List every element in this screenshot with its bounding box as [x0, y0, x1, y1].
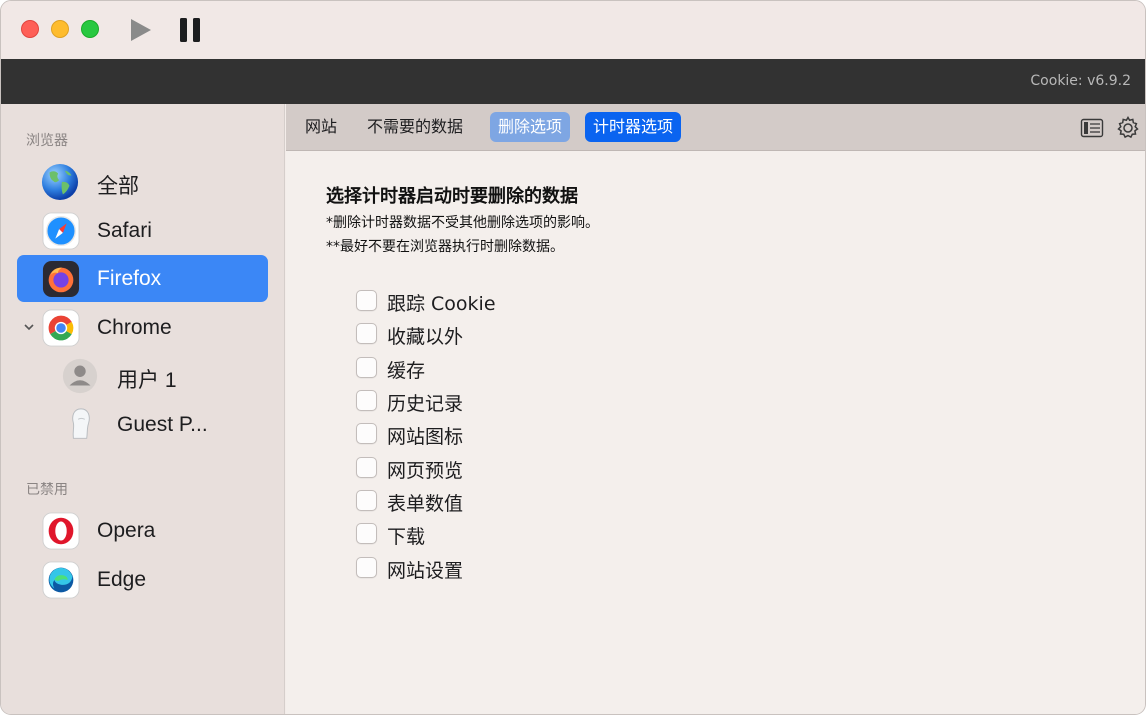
sidebar-item-all[interactable]: 全部 — [17, 158, 268, 205]
sidebar-item-label: Edge — [97, 568, 147, 591]
chevron-down-icon[interactable] — [23, 321, 35, 333]
option-label: 跟踪 Cookie — [387, 293, 496, 315]
sidebar-item-opera[interactable]: Opera — [17, 507, 268, 554]
version-label: Cookie: v6.9.2 — [1030, 73, 1131, 89]
zoom-window-button[interactable] — [81, 20, 99, 38]
checkbox[interactable] — [356, 523, 377, 544]
page-title: 选择计时器启动时要删除的数据 — [326, 186, 578, 207]
sidebar-item-label: 用户 1 — [117, 369, 177, 392]
option-label: 网站图标 — [387, 426, 464, 448]
option-label: 收藏以外 — [387, 326, 464, 348]
app-window: Cookie: v6.9.2 浏览器 全部 Safari Firefox Chr… — [0, 0, 1146, 715]
guest-profile-icon — [72, 408, 90, 439]
title-bar — [1, 1, 1145, 59]
option-label: 网页预览 — [387, 460, 464, 482]
opera-icon — [42, 512, 80, 550]
tab-bar: 网站 不需要的数据 删除选项 计时器选项 — [286, 104, 1145, 151]
option-label: 历史记录 — [387, 393, 464, 415]
sidebar-item-guest-profile[interactable]: Guest P... — [17, 401, 268, 448]
sidebar-item-label: Firefox — [97, 267, 162, 290]
browser-running-note: **最好不要在浏览器执行时删除数据。 — [326, 239, 564, 255]
sidebar-item-label: Opera — [97, 519, 156, 542]
sidebar-item-chrome[interactable]: Chrome — [17, 304, 268, 351]
checkbox[interactable] — [356, 357, 377, 378]
gear-icon[interactable] — [1115, 115, 1141, 141]
minimize-window-button[interactable] — [51, 20, 69, 38]
tab-websites[interactable]: 网站 — [297, 112, 345, 142]
tab-timer-options[interactable]: 计时器选项 — [585, 112, 682, 142]
timer-options-panel: 选择计时器启动时要删除的数据 *删除计时器数据不受其他删除选项的影响。 **最好… — [286, 151, 1145, 714]
checkbox[interactable] — [356, 457, 377, 478]
firefox-icon — [42, 260, 80, 298]
play-icon[interactable] — [126, 16, 154, 44]
close-window-button[interactable] — [21, 20, 39, 38]
checkbox[interactable] — [356, 290, 377, 311]
checkbox[interactable] — [356, 323, 377, 344]
pause-icon[interactable] — [176, 15, 204, 45]
checkbox[interactable] — [356, 490, 377, 511]
sidebar-toggle-icon[interactable] — [1079, 115, 1105, 141]
sidebar-item-user-1[interactable]: 用户 1 — [17, 352, 268, 399]
checkbox[interactable] — [356, 390, 377, 411]
sidebar-item-edge[interactable]: Edge — [17, 556, 268, 603]
option-label: 网站设置 — [387, 560, 464, 582]
sidebar-item-safari[interactable]: Safari — [17, 207, 268, 254]
tab-unwanted-data[interactable]: 不需要的数据 — [359, 112, 471, 142]
globe-icon — [41, 163, 79, 201]
disabled-section-title: 已禁用 — [26, 482, 68, 498]
user-avatar-icon — [62, 358, 98, 394]
sidebar-item-label: Chrome — [97, 316, 172, 339]
timer-note: *删除计时器数据不受其他删除选项的影响。 — [326, 215, 599, 231]
chrome-icon — [42, 309, 80, 347]
safari-icon — [42, 212, 80, 250]
browsers-section-title: 浏览器 — [26, 133, 68, 149]
checkbox[interactable] — [356, 557, 377, 578]
sidebar-item-label: 全部 — [97, 175, 139, 198]
option-label: 下载 — [387, 526, 426, 548]
status-bar: Cookie: v6.9.2 — [1, 59, 1145, 104]
option-label: 表单数值 — [387, 493, 464, 515]
option-label: 缓存 — [387, 360, 426, 382]
edge-icon — [42, 561, 80, 599]
tab-delete-options[interactable]: 删除选项 — [490, 112, 571, 142]
checkbox[interactable] — [356, 423, 377, 444]
sidebar-item-firefox[interactable]: Firefox — [17, 255, 268, 302]
sidebar: 浏览器 全部 Safari Firefox Chrome 用户 1 Guest … — [1, 104, 285, 714]
sidebar-item-label: Safari — [97, 219, 152, 242]
sidebar-item-label: Guest P... — [117, 413, 208, 436]
